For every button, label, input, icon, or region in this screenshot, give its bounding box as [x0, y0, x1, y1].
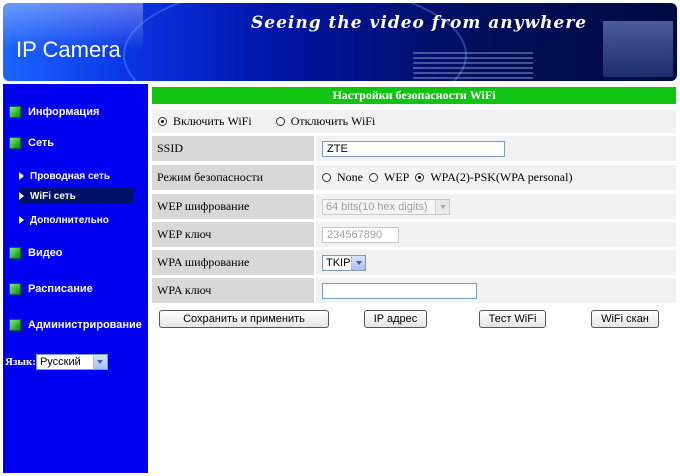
sidebar-subitem-wired[interactable]: Проводная сеть: [19, 168, 110, 184]
wifi-enable-option[interactable]: Включить WiFi: [158, 114, 252, 129]
save-apply-button[interactable]: Сохранить и применить: [159, 310, 329, 328]
sidebar-item-schedule[interactable]: Расписание: [9, 281, 93, 297]
security-mode-cell: None WEP WPA(2)-PSK(WPA personal): [316, 165, 676, 190]
arrow-right-icon: [19, 192, 24, 200]
chevron-down-icon: [435, 199, 449, 214]
wifi-disable-label: Отключить WiFi: [290, 114, 376, 128]
sidebar-item-label: Информация: [28, 106, 100, 118]
sidebar-subitem-label: Проводная сеть: [30, 170, 110, 182]
wpa-encryption-value: TKIP: [326, 256, 351, 269]
sidebar-item-info[interactable]: Информация: [9, 104, 99, 120]
ssid-label: SSID: [152, 136, 314, 161]
main-panel: Настройки безопасности WiFi Включить WiF…: [152, 84, 676, 328]
section-title: Настройки безопасности WiFi: [152, 87, 676, 104]
ssid-cell: ZTE: [316, 136, 676, 161]
test-wifi-button[interactable]: Тест WiFi: [479, 310, 546, 328]
radio-checked-icon[interactable]: [415, 173, 425, 182]
wep-encryption-label: WEP шифрование: [152, 194, 314, 219]
button-row: Сохранить и применить IP адрес Тест WiFi…: [152, 310, 676, 334]
security-option-label: None: [337, 170, 363, 184]
wifi-disable-option[interactable]: Отключить WiFi: [275, 114, 376, 129]
green-square-icon: [9, 247, 21, 259]
banner-decoration: [413, 49, 533, 81]
wep-encryption-select[interactable]: 64 bits(10 hex digits): [322, 198, 450, 215]
chevron-down-icon: [351, 255, 365, 270]
wifi-toggle-row: Включить WiFi Отключить WiFi: [152, 110, 676, 133]
wpa-key-label: WPA ключ: [152, 278, 314, 303]
wep-key-input[interactable]: 234567890: [322, 226, 399, 243]
arrow-right-icon: [19, 216, 24, 224]
banner-image: [603, 21, 673, 77]
header-banner: IP Camera Seeing the video from anywhere: [3, 3, 677, 81]
wpa-encryption-select[interactable]: TKIP: [322, 254, 366, 271]
sidebar-item-admin[interactable]: Администрирование: [9, 317, 142, 333]
app-title: IP Camera: [16, 37, 121, 62]
wpa-encryption-cell: TKIP: [316, 250, 676, 275]
wpa-encryption-label: WPA шифрование: [152, 250, 314, 275]
language-label: Язык:: [5, 356, 36, 368]
chevron-down-icon: [92, 355, 107, 369]
security-option-none[interactable]: None: [322, 170, 363, 185]
radio-unchecked-icon[interactable]: [322, 173, 331, 182]
radio-unchecked-icon[interactable]: [369, 173, 378, 182]
wpa-key-cell: [316, 278, 676, 303]
security-option-wpa[interactable]: WPA(2)-PSK(WPA personal): [415, 170, 572, 185]
wpa-encryption-row: WPA шифрование TKIP: [152, 250, 676, 275]
wep-key-row: WEP ключ 234567890: [152, 222, 676, 247]
wifi-scan-button[interactable]: WiFi скан: [591, 310, 659, 328]
sidebar-item-label: Администрирование: [28, 319, 142, 331]
security-option-wep[interactable]: WEP: [369, 170, 409, 185]
language-row: Язык: Русский: [5, 354, 108, 370]
sidebar: Информация Сеть Проводная сеть WiFi сеть…: [3, 84, 148, 473]
language-select[interactable]: Русский: [35, 354, 108, 370]
green-square-icon: [9, 319, 21, 331]
sidebar-item-label: Расписание: [28, 283, 93, 295]
sidebar-item-label: Видео: [28, 247, 63, 259]
security-option-label: WPA(2)-PSK(WPA personal): [430, 170, 573, 184]
sidebar-subitem-advanced[interactable]: Дополнительно: [19, 212, 109, 228]
language-value: Русский: [39, 356, 81, 368]
green-square-icon: [9, 137, 21, 149]
ssid-row: SSID ZTE: [152, 136, 676, 161]
wep-encryption-value: 64 bits(10 hex digits): [326, 200, 428, 213]
security-mode-label: Режим безопасности: [152, 165, 314, 190]
ip-address-button[interactable]: IP адрес: [364, 310, 427, 328]
radio-checked-icon[interactable]: [158, 117, 167, 126]
sidebar-subitem-wifi[interactable]: WiFi сеть: [19, 188, 133, 204]
green-square-icon: [9, 106, 21, 118]
sidebar-subitem-label: Дополнительно: [30, 214, 109, 226]
wifi-toggle-group: Включить WiFi Отключить WiFi: [152, 110, 676, 133]
wep-encryption-row: WEP шифрование 64 bits(10 hex digits): [152, 194, 676, 219]
sidebar-item-video[interactable]: Видео: [9, 245, 63, 261]
sidebar-item-label: Сеть: [28, 137, 55, 149]
arrow-right-icon: [19, 172, 24, 180]
sidebar-subitem-label: WiFi сеть: [30, 190, 76, 202]
wep-key-label: WEP ключ: [152, 222, 314, 247]
green-square-icon: [9, 283, 21, 295]
wpa-key-input[interactable]: [322, 282, 477, 299]
wep-encryption-cell: 64 bits(10 hex digits): [316, 194, 676, 219]
wpa-key-row: WPA ключ: [152, 278, 676, 303]
sidebar-item-network[interactable]: Сеть: [9, 135, 54, 151]
wep-key-cell: 234567890: [316, 222, 676, 247]
security-mode-row: Режим безопасности None WEP WPA(2)-PSK(W…: [152, 165, 676, 190]
radio-unchecked-icon[interactable]: [275, 117, 285, 126]
banner-slogan: Seeing the video from anywhere: [251, 13, 588, 33]
wifi-enable-label: Включить WiFi: [173, 114, 252, 128]
security-option-label: WEP: [384, 170, 410, 184]
ssid-input[interactable]: ZTE: [322, 140, 505, 157]
